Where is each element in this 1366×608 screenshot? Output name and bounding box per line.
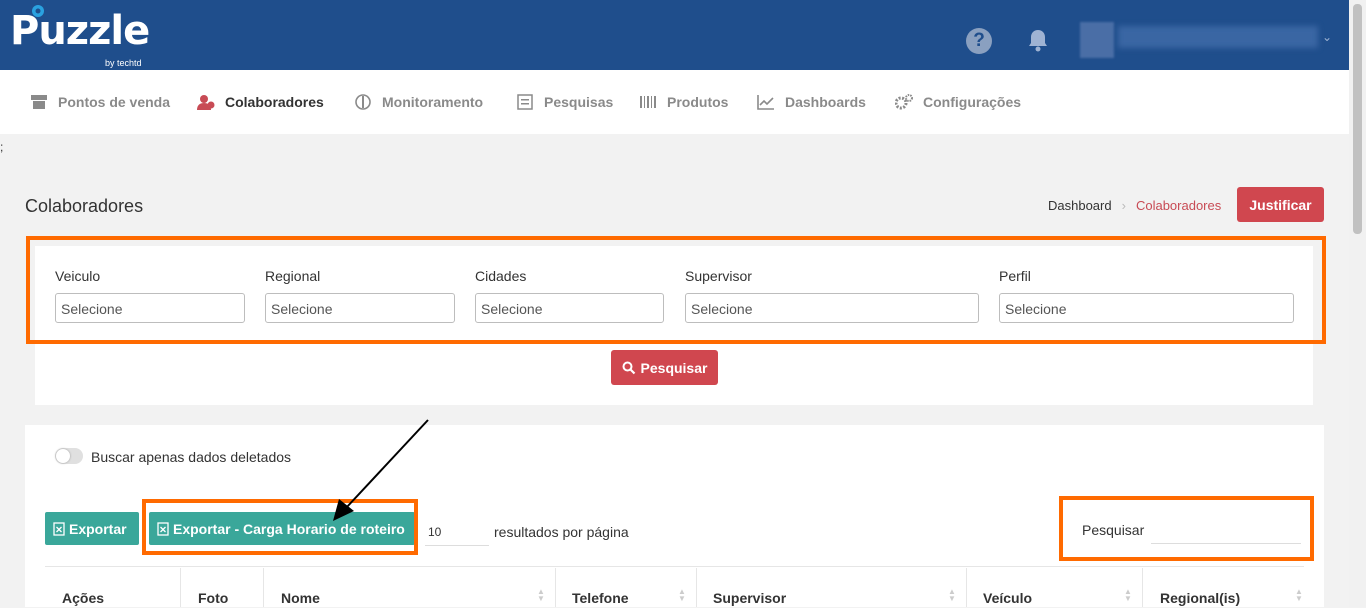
nav-item-pesquisas[interactable]: Pesquisas <box>516 94 613 110</box>
column-divider <box>263 568 264 607</box>
breadcrumb-dashboard[interactable]: Dashboard <box>1048 198 1112 213</box>
nav-item-pontos-de-venda[interactable]: Pontos de venda <box>30 94 170 110</box>
column-divider <box>555 568 556 607</box>
column-header-veiculo[interactable]: Veículo <box>983 590 1032 606</box>
excel-file-icon <box>53 521 65 536</box>
nav-item-dashboards[interactable]: Dashboards <box>757 94 866 110</box>
nav-label: Monitoramento <box>382 94 484 110</box>
top-header: Puzzle by techtd ? ⌄ <box>0 0 1349 70</box>
help-icon[interactable]: ? <box>966 28 992 54</box>
nav-label: Colaboradores <box>225 94 324 110</box>
column-divider <box>1142 568 1143 607</box>
sort-icon[interactable]: ▲ ▼ <box>1124 588 1132 603</box>
table-header <box>45 566 1304 608</box>
column-header-supervisor[interactable]: Supervisor <box>713 590 786 606</box>
column-divider <box>966 568 967 607</box>
breadcrumb-separator-icon: › <box>1121 198 1126 213</box>
export-button-label: Exportar <box>69 520 127 537</box>
column-header-regional[interactable]: Regional(is) <box>1160 590 1240 606</box>
nav-label: Pesquisas <box>544 94 614 110</box>
page-title: Colaboradores <box>25 196 144 216</box>
scrollbar-thumb[interactable] <box>1353 4 1362 234</box>
per-page-input[interactable]: 10 <box>425 518 489 546</box>
column-divider <box>180 568 181 607</box>
search-button-label: Pesquisar <box>640 359 708 376</box>
search-button[interactable]: Pesquisar <box>611 350 718 385</box>
sort-icon[interactable]: ▲ ▼ <box>948 588 956 603</box>
sort-icon[interactable]: ▲ ▼ <box>537 588 545 603</box>
nav-item-monitoramento[interactable]: Monitoramento <box>354 94 483 110</box>
nav-label: Pontos de venda <box>58 94 171 110</box>
column-header-acoes[interactable]: Ações <box>62 590 104 606</box>
search-highlight-box <box>1059 496 1314 561</box>
column-header-telefone[interactable]: Telefone <box>572 590 629 606</box>
sort-icon[interactable]: ▲ ▼ <box>1295 588 1303 603</box>
toggle-knob <box>56 449 70 463</box>
nav-label: Configurações <box>923 94 1022 110</box>
export-button[interactable]: Exportar <box>45 512 139 545</box>
breadcrumb-current: Colaboradores <box>1135 198 1222 213</box>
monitor-icon <box>355 94 371 110</box>
justify-button[interactable]: Justificar <box>1237 187 1324 222</box>
notification-bell-icon[interactable] <box>1024 26 1052 54</box>
chart-icon <box>757 95 774 110</box>
filter-highlight-box <box>26 236 1326 344</box>
export-highlight-box <box>142 499 418 555</box>
avatar[interactable] <box>1080 22 1114 58</box>
logo[interactable]: Puzzle <box>10 8 150 54</box>
breadcrumb: Dashboard › Colaboradores <box>1048 198 1221 213</box>
store-icon <box>31 95 47 109</box>
nav-item-configuracoes[interactable]: Configurações <box>895 94 1021 110</box>
per-page-label: resultados por página <box>494 524 629 540</box>
sort-icon[interactable]: ▲ ▼ <box>678 588 686 603</box>
gears-icon <box>895 94 913 110</box>
chevron-down-icon[interactable]: ⌄ <box>1322 30 1332 44</box>
column-divider <box>696 568 697 607</box>
nav-label: Produtos <box>667 94 729 110</box>
column-header-foto[interactable]: Foto <box>198 590 228 606</box>
toggle-label: Buscar apenas dados deletados <box>91 449 292 465</box>
user-name-blurred[interactable] <box>1118 26 1318 48</box>
users-icon <box>197 95 215 110</box>
nav-item-colaboradores[interactable]: Colaboradores <box>197 94 324 110</box>
search-icon <box>622 361 635 374</box>
column-header-nome[interactable]: Nome <box>281 590 320 606</box>
logo-subtitle: by techtd <box>105 58 142 68</box>
main-nav: Pontos de venda Colaboradores Monitorame… <box>0 70 1349 134</box>
nav-item-produtos[interactable]: Produtos <box>639 94 728 110</box>
barcode-icon <box>640 96 656 108</box>
nav-label: Dashboards <box>785 94 866 110</box>
stray-text: ; <box>0 140 4 154</box>
survey-icon <box>517 94 533 110</box>
